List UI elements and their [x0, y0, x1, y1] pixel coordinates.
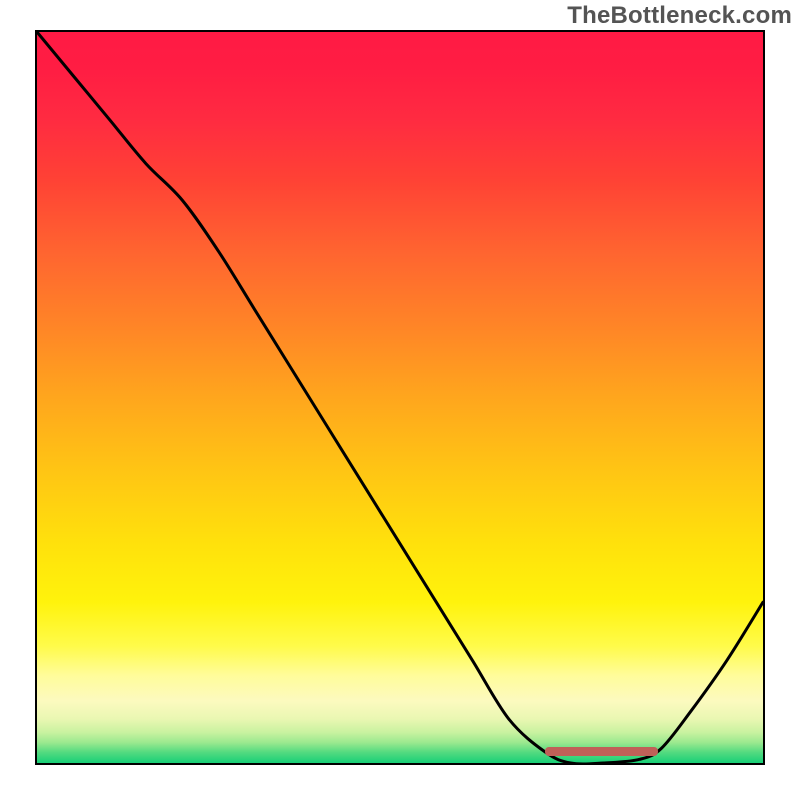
optimal-range-marker	[545, 747, 658, 756]
watermark-text: TheBottleneck.com	[567, 2, 792, 30]
chart-canvas	[35, 30, 765, 765]
gradient-background	[37, 32, 763, 763]
